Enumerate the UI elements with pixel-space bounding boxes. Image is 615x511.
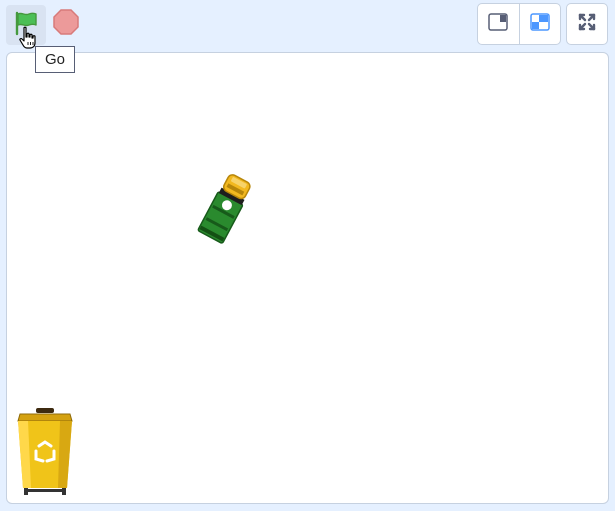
stage-header <box>0 0 615 50</box>
small-stage-button[interactable] <box>478 4 519 44</box>
stage-canvas[interactable] <box>6 52 609 504</box>
stop-sign-icon <box>53 8 79 40</box>
truck-sprite[interactable] <box>190 165 262 255</box>
stage-player: Go <box>0 0 615 511</box>
large-stage-icon <box>530 12 550 36</box>
large-stage-button[interactable] <box>518 4 561 44</box>
recycle-bin-sprite[interactable] <box>14 408 76 501</box>
stop-button[interactable] <box>50 6 82 42</box>
hand-pointer-icon <box>17 26 39 55</box>
green-flag-tooltip: Go <box>35 46 76 73</box>
small-stage-icon <box>488 12 508 36</box>
fullscreen-icon <box>577 12 597 37</box>
stage-size-toggle <box>477 3 561 45</box>
fullscreen-button[interactable] <box>566 3 608 45</box>
